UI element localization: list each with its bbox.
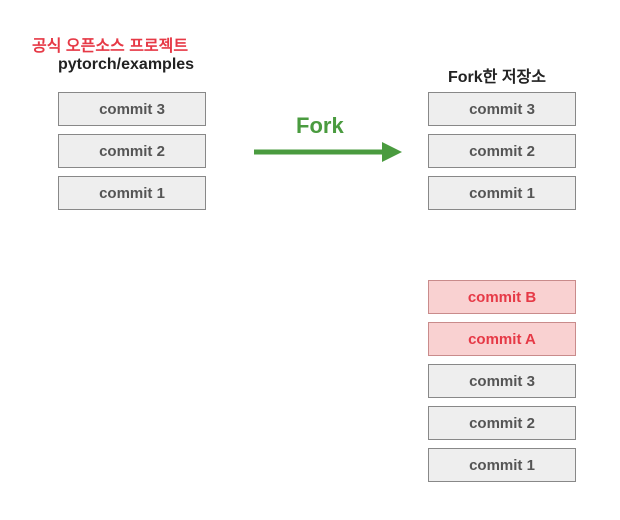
left-title-black: pytorch/examples [58,56,194,74]
right-top-commit: commit 2 [428,134,576,168]
right-bottom-commit-new: commit B [428,280,576,314]
right-top-commit: commit 1 [428,176,576,210]
fork-arrow-icon [254,140,404,164]
right-bottom-commit: commit 3 [428,364,576,398]
left-commit: commit 3 [58,92,206,126]
right-title-black: Fork한 저장소 [448,63,546,87]
left-commit: commit 1 [58,176,206,210]
left-title-red: 공식 오픈소스 프로젝트 [32,32,188,56]
left-commit: commit 2 [58,134,206,168]
fork-label: Fork [296,113,344,139]
right-bottom-commit: commit 2 [428,406,576,440]
right-bottom-commit: commit 1 [428,448,576,482]
right-bottom-commit-new: commit A [428,322,576,356]
right-top-commit: commit 3 [428,92,576,126]
